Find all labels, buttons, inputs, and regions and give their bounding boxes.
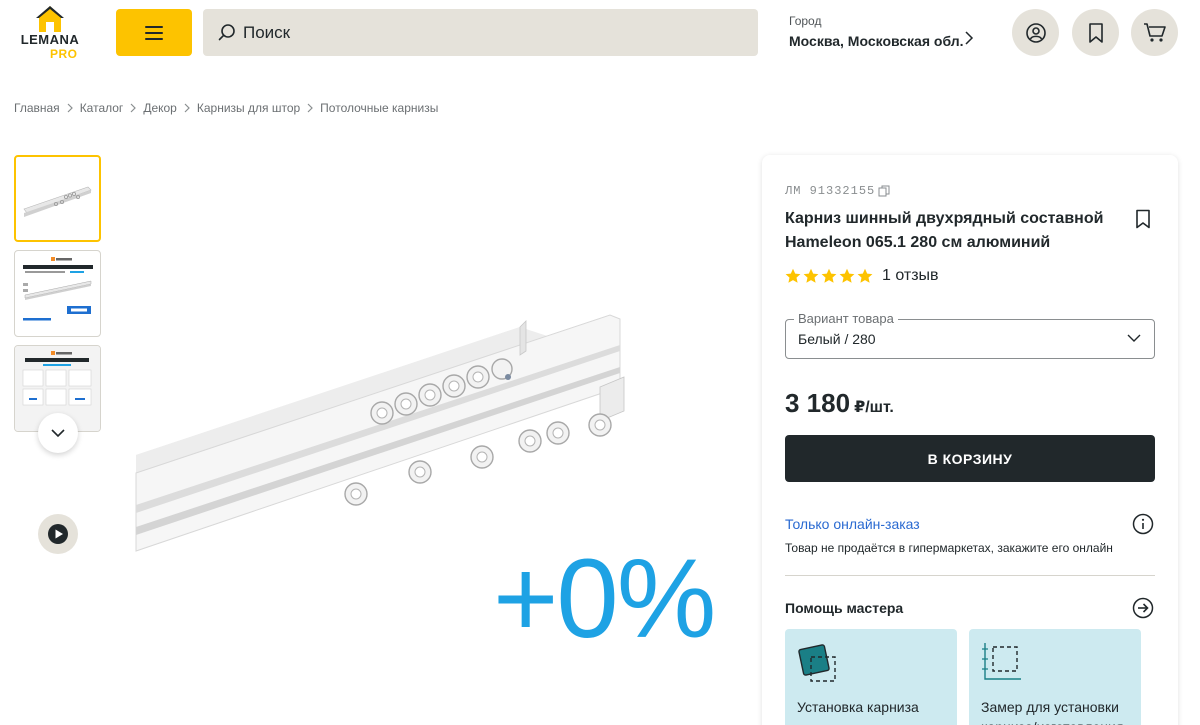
info-icon[interactable] (1132, 513, 1154, 535)
city-value: Москва, Московская обл. (789, 33, 964, 49)
chevron-down-icon (1127, 334, 1141, 342)
service-label: Установка карниза (797, 699, 919, 715)
logo-sub-text: PRO (50, 47, 78, 61)
service-label: Замер для установки карниза/изготовления (981, 699, 1123, 725)
variant-value: Белый / 280 (798, 331, 876, 347)
add-to-favorites-button[interactable] (1131, 207, 1155, 231)
price-unit: ₽/шт. (854, 399, 894, 416)
promo-zero-percent: +0% (493, 536, 716, 661)
breadcrumb-curtain-rods[interactable]: Карнизы для штор (197, 101, 300, 115)
city-selector[interactable]: Город Москва, Московская обл. (789, 13, 989, 53)
breadcrumb-catalog[interactable]: Каталог (80, 101, 124, 115)
product-card: ЛМ 91332155 Карниз шинный двухрядный сос… (762, 155, 1178, 725)
product-title: Карниз шинный двухрядный составной Hamel… (785, 210, 1104, 251)
house-logo-icon (36, 6, 64, 32)
main-product-image[interactable]: +0% (130, 155, 730, 685)
product-thumbnail-image (23, 186, 92, 217)
star-icon (821, 268, 837, 283)
chevron-right-icon (965, 31, 974, 45)
breadcrumb-home[interactable]: Главная (14, 101, 60, 115)
help-section-title: Помощь мастера (785, 600, 904, 616)
chevron-right-icon (67, 103, 73, 113)
video-play-button[interactable] (38, 514, 78, 554)
star-icon (857, 268, 873, 283)
site-header: LEMANA PRO Город Москва, Московская обл. (0, 0, 1200, 72)
search-bar[interactable] (203, 9, 758, 56)
cart-button[interactable] (1131, 9, 1178, 56)
profile-button[interactable] (1012, 9, 1059, 56)
breadcrumb-ceiling-rods[interactable]: Потолочные карнизы (320, 101, 438, 115)
online-only-note: Товар не продаётся в гипермаркетах, зака… (785, 541, 1113, 555)
bookmark-icon (1088, 22, 1103, 43)
sku: ЛМ 91332155 (785, 184, 890, 198)
rating-stars (785, 268, 873, 284)
product-rating: 1 отзыв (785, 267, 939, 285)
product-info-thumbnail-image (23, 257, 93, 321)
search-icon (218, 23, 235, 40)
play-icon (48, 524, 68, 544)
bookmark-icon (1136, 209, 1150, 229)
reviews-link[interactable]: 1 отзыв (882, 267, 939, 285)
favorites-button[interactable] (1072, 9, 1119, 56)
catalog-menu-button[interactable] (116, 9, 192, 56)
search-input[interactable] (243, 22, 723, 43)
price-value: 3 180 (785, 388, 851, 418)
chevron-right-icon (307, 103, 314, 113)
logo-text: LEMANA (20, 32, 80, 47)
star-icon (839, 268, 855, 283)
sku-label: ЛМ (785, 184, 802, 198)
divider (785, 575, 1155, 576)
arrow-right-circle-icon[interactable] (1132, 597, 1154, 619)
variant-select[interactable]: Вариант товара Белый / 280 (785, 311, 1155, 359)
add-to-cart-button[interactable]: В КОРЗИНУ (785, 435, 1155, 482)
chevron-right-icon (130, 103, 137, 113)
thumbnail-1[interactable] (14, 155, 101, 242)
star-icon (785, 268, 801, 283)
menu-icon (145, 25, 163, 40)
service-card-measurement[interactable]: Замер для установки карниза/изготовления (969, 629, 1141, 725)
cart-icon (1143, 22, 1166, 42)
thumbnails-scroll-down-button[interactable] (38, 413, 78, 453)
price: 3 180 ₽/шт. (785, 388, 894, 419)
city-label: Город (789, 14, 822, 28)
breadcrumb: Главная Каталог Декор Карнизы для штор П… (14, 99, 438, 117)
chevron-right-icon (184, 103, 190, 113)
breadcrumb-decor[interactable]: Декор (143, 101, 177, 115)
variant-label: Вариант товара (794, 311, 898, 327)
logo[interactable]: LEMANA PRO (14, 4, 86, 62)
thumbnail-2[interactable] (14, 250, 101, 337)
online-only-link[interactable]: Только онлайн-заказ (785, 516, 920, 532)
measurement-icon (982, 643, 1021, 680)
installation-icon (798, 644, 836, 682)
star-icon (803, 268, 819, 283)
sku-value: 91332155 (809, 184, 876, 198)
copy-icon[interactable] (878, 185, 890, 197)
user-icon (1025, 22, 1046, 43)
service-card-rod-installation[interactable]: Установка карниза (785, 629, 957, 725)
curtain-rod-image (135, 314, 625, 552)
chevron-down-icon (51, 429, 65, 438)
